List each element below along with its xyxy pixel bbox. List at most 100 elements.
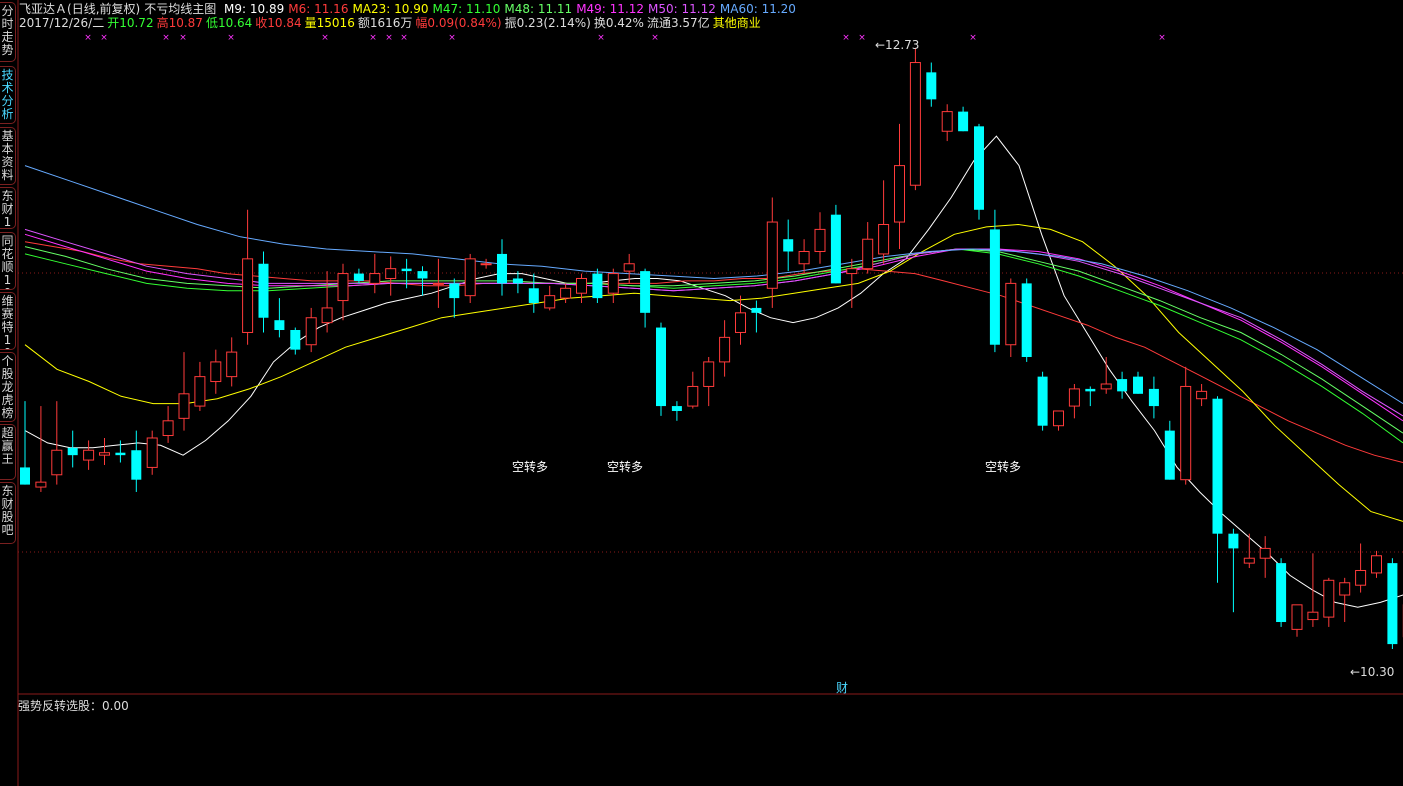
candle-body xyxy=(703,361,715,387)
candle-body xyxy=(162,420,174,437)
candle-body xyxy=(1085,388,1096,392)
candle-body xyxy=(1259,547,1271,559)
signal-marker: × xyxy=(842,33,850,43)
candle-body xyxy=(1100,383,1112,390)
signal-marker: × xyxy=(858,33,866,43)
candle-body xyxy=(305,317,317,346)
candle-body xyxy=(576,277,587,294)
candle-body xyxy=(83,449,95,461)
candle-body xyxy=(242,258,254,333)
ma-line-m50 xyxy=(24,228,1403,417)
candle-body xyxy=(290,330,301,350)
candle-body xyxy=(941,111,953,132)
candle-body xyxy=(1196,390,1208,400)
candle-body xyxy=(958,111,969,132)
candle-body xyxy=(353,273,364,281)
candle-body xyxy=(337,273,349,302)
candle-body xyxy=(798,250,810,265)
candle-body xyxy=(51,449,63,476)
candle-body xyxy=(417,271,428,279)
candle-body xyxy=(1005,282,1017,346)
candle-body xyxy=(1323,579,1335,618)
candle-body xyxy=(1180,385,1192,481)
candle-body xyxy=(226,351,238,378)
signal-marker: × xyxy=(651,33,659,43)
candle-body xyxy=(258,263,269,318)
candle-body xyxy=(656,327,666,407)
candle-body xyxy=(1371,555,1382,574)
candle-body xyxy=(1021,283,1032,357)
candle-body xyxy=(449,283,460,299)
candle-body xyxy=(1164,430,1175,480)
signal-marker: × xyxy=(84,33,92,43)
signal-annotation: 空转多 xyxy=(512,459,548,474)
candle-body xyxy=(115,452,126,456)
candle-body xyxy=(751,307,762,313)
candle-body xyxy=(735,312,746,333)
signal-marker: × xyxy=(1158,33,1166,43)
candle-body xyxy=(464,258,476,297)
candle-body xyxy=(1228,533,1239,549)
candle-body xyxy=(909,62,921,186)
candle-body xyxy=(719,336,731,363)
candle-body xyxy=(560,287,572,299)
candle-body xyxy=(178,393,190,419)
candle-body xyxy=(1291,604,1303,630)
candle-body xyxy=(528,288,539,304)
candle-body xyxy=(878,223,890,255)
candle-body xyxy=(432,282,444,285)
candle-body xyxy=(1355,569,1367,586)
signal-marker: × xyxy=(385,33,393,43)
indicator-label: 强势反转选股：0.00 xyxy=(18,699,129,713)
candle-body xyxy=(385,268,397,279)
candle-body xyxy=(512,278,523,284)
candle-body xyxy=(274,320,285,331)
candle-body xyxy=(623,263,635,272)
candle-body xyxy=(846,268,858,275)
candle-body xyxy=(830,214,841,284)
price-chart[interactable]: × × × × × × × × × × × × × × × × ←12.73 ←10.30 空转多 空转多 空转多财 xyxy=(0,0,1403,786)
candle-body xyxy=(497,253,507,284)
candle-body xyxy=(1068,388,1080,407)
candle-body xyxy=(99,452,110,456)
candle-body xyxy=(1276,563,1287,623)
candle-body xyxy=(989,229,1000,345)
candle-body xyxy=(592,273,603,299)
signal-marker: × xyxy=(100,33,108,43)
candle-body xyxy=(1037,376,1048,426)
finance-marker: 财 xyxy=(836,681,848,695)
min-price-label: ←10.30 xyxy=(1350,665,1394,679)
signal-marker: × xyxy=(162,33,170,43)
candle-body xyxy=(1133,376,1143,394)
candle-body xyxy=(146,437,158,468)
signal-marker: × xyxy=(400,33,408,43)
signal-annotation: 空转多 xyxy=(985,459,1021,474)
candle-body xyxy=(67,447,78,456)
candle-body xyxy=(607,273,619,294)
candle-body xyxy=(401,268,412,272)
candle-body xyxy=(1148,388,1159,407)
candle-body xyxy=(814,228,826,252)
signal-marker: × xyxy=(369,33,377,43)
candle-body xyxy=(321,307,333,324)
candle-body xyxy=(131,450,142,480)
candle-body xyxy=(1307,611,1319,621)
candle-body xyxy=(671,406,682,411)
signal-marker: × xyxy=(321,33,329,43)
candle-body xyxy=(1212,398,1223,534)
candle-body xyxy=(766,221,778,289)
candle-body xyxy=(1387,563,1398,645)
candle-body xyxy=(194,376,206,407)
signal-marker: × xyxy=(597,33,605,43)
max-price-label: ←12.73 xyxy=(875,38,919,52)
candle-body xyxy=(1117,379,1128,392)
candle-body xyxy=(1339,582,1351,596)
candle-body xyxy=(369,273,381,284)
signal-marker: × xyxy=(448,33,456,43)
candle-body xyxy=(687,385,699,407)
candle-body xyxy=(1053,410,1064,427)
signal-marker: × xyxy=(179,33,187,43)
candle-body xyxy=(35,481,47,488)
candle-body xyxy=(20,467,30,485)
candle-body xyxy=(640,271,651,313)
